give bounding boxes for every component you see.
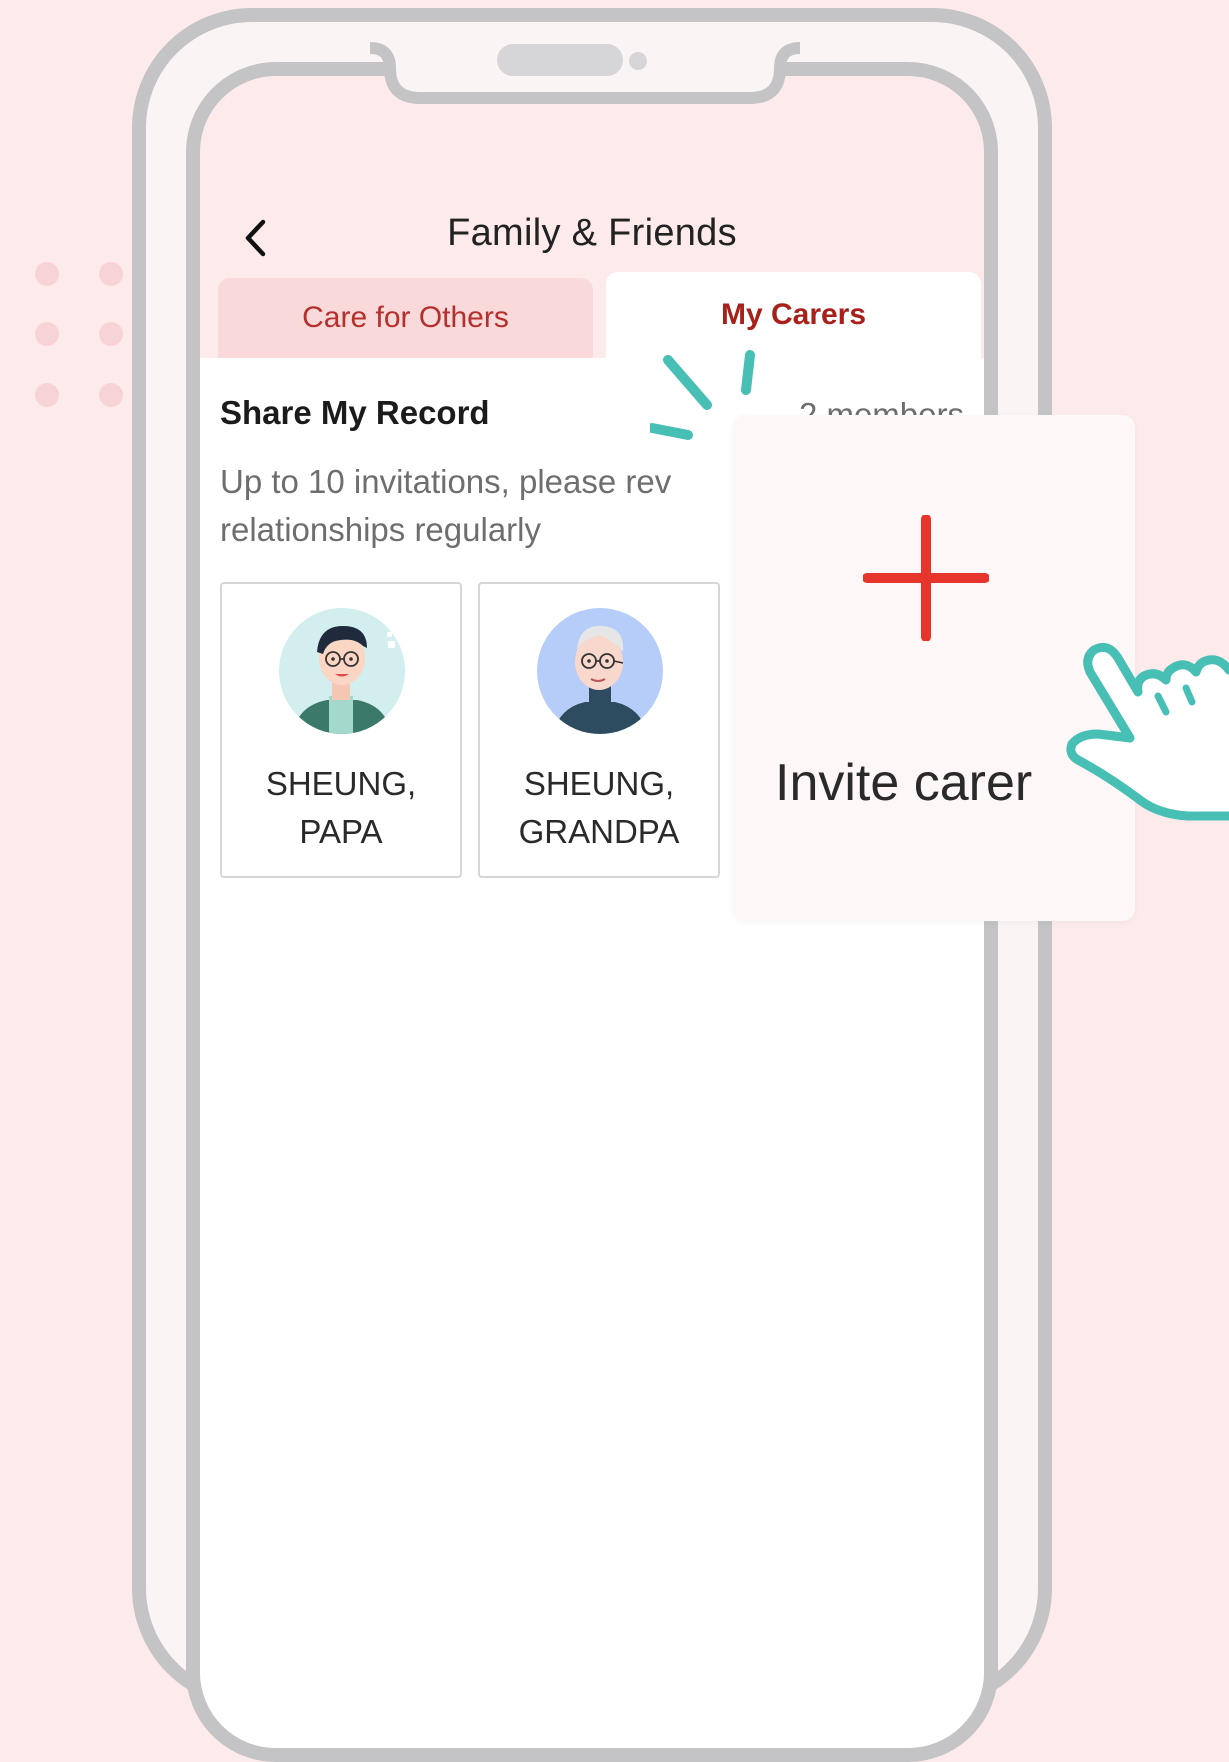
pointing-hand-icon [1066,642,1229,821]
plus-icon [863,515,989,641]
young-man-avatar-icon [279,608,405,734]
tab-care-for-others[interactable]: Care for Others [218,278,593,358]
page-title: Family & Friends [447,212,737,254]
invite-carer-label: Invite carer [775,754,1033,812]
tab-my-carers[interactable]: My Carers [606,272,981,358]
phone-notch [370,42,800,104]
tab-bar: Care for Others My Carers [218,272,981,358]
carer-name: SHEUNG, GRANDPA [518,765,680,850]
elderly-man-avatar-icon [537,608,663,734]
carer-card-papa[interactable]: SHEUNG, PAPA [220,582,462,878]
carer-name: SHEUNG, PAPA [265,765,417,850]
decorative-dots [35,262,123,407]
section-title: Share My Record [220,394,490,431]
carer-card-grandpa[interactable]: SHEUNG, GRANDPA [478,582,720,878]
top-bar: Family & Friends [200,206,984,276]
description-text: Up to 10 invitations, please rev relatio… [220,463,672,548]
